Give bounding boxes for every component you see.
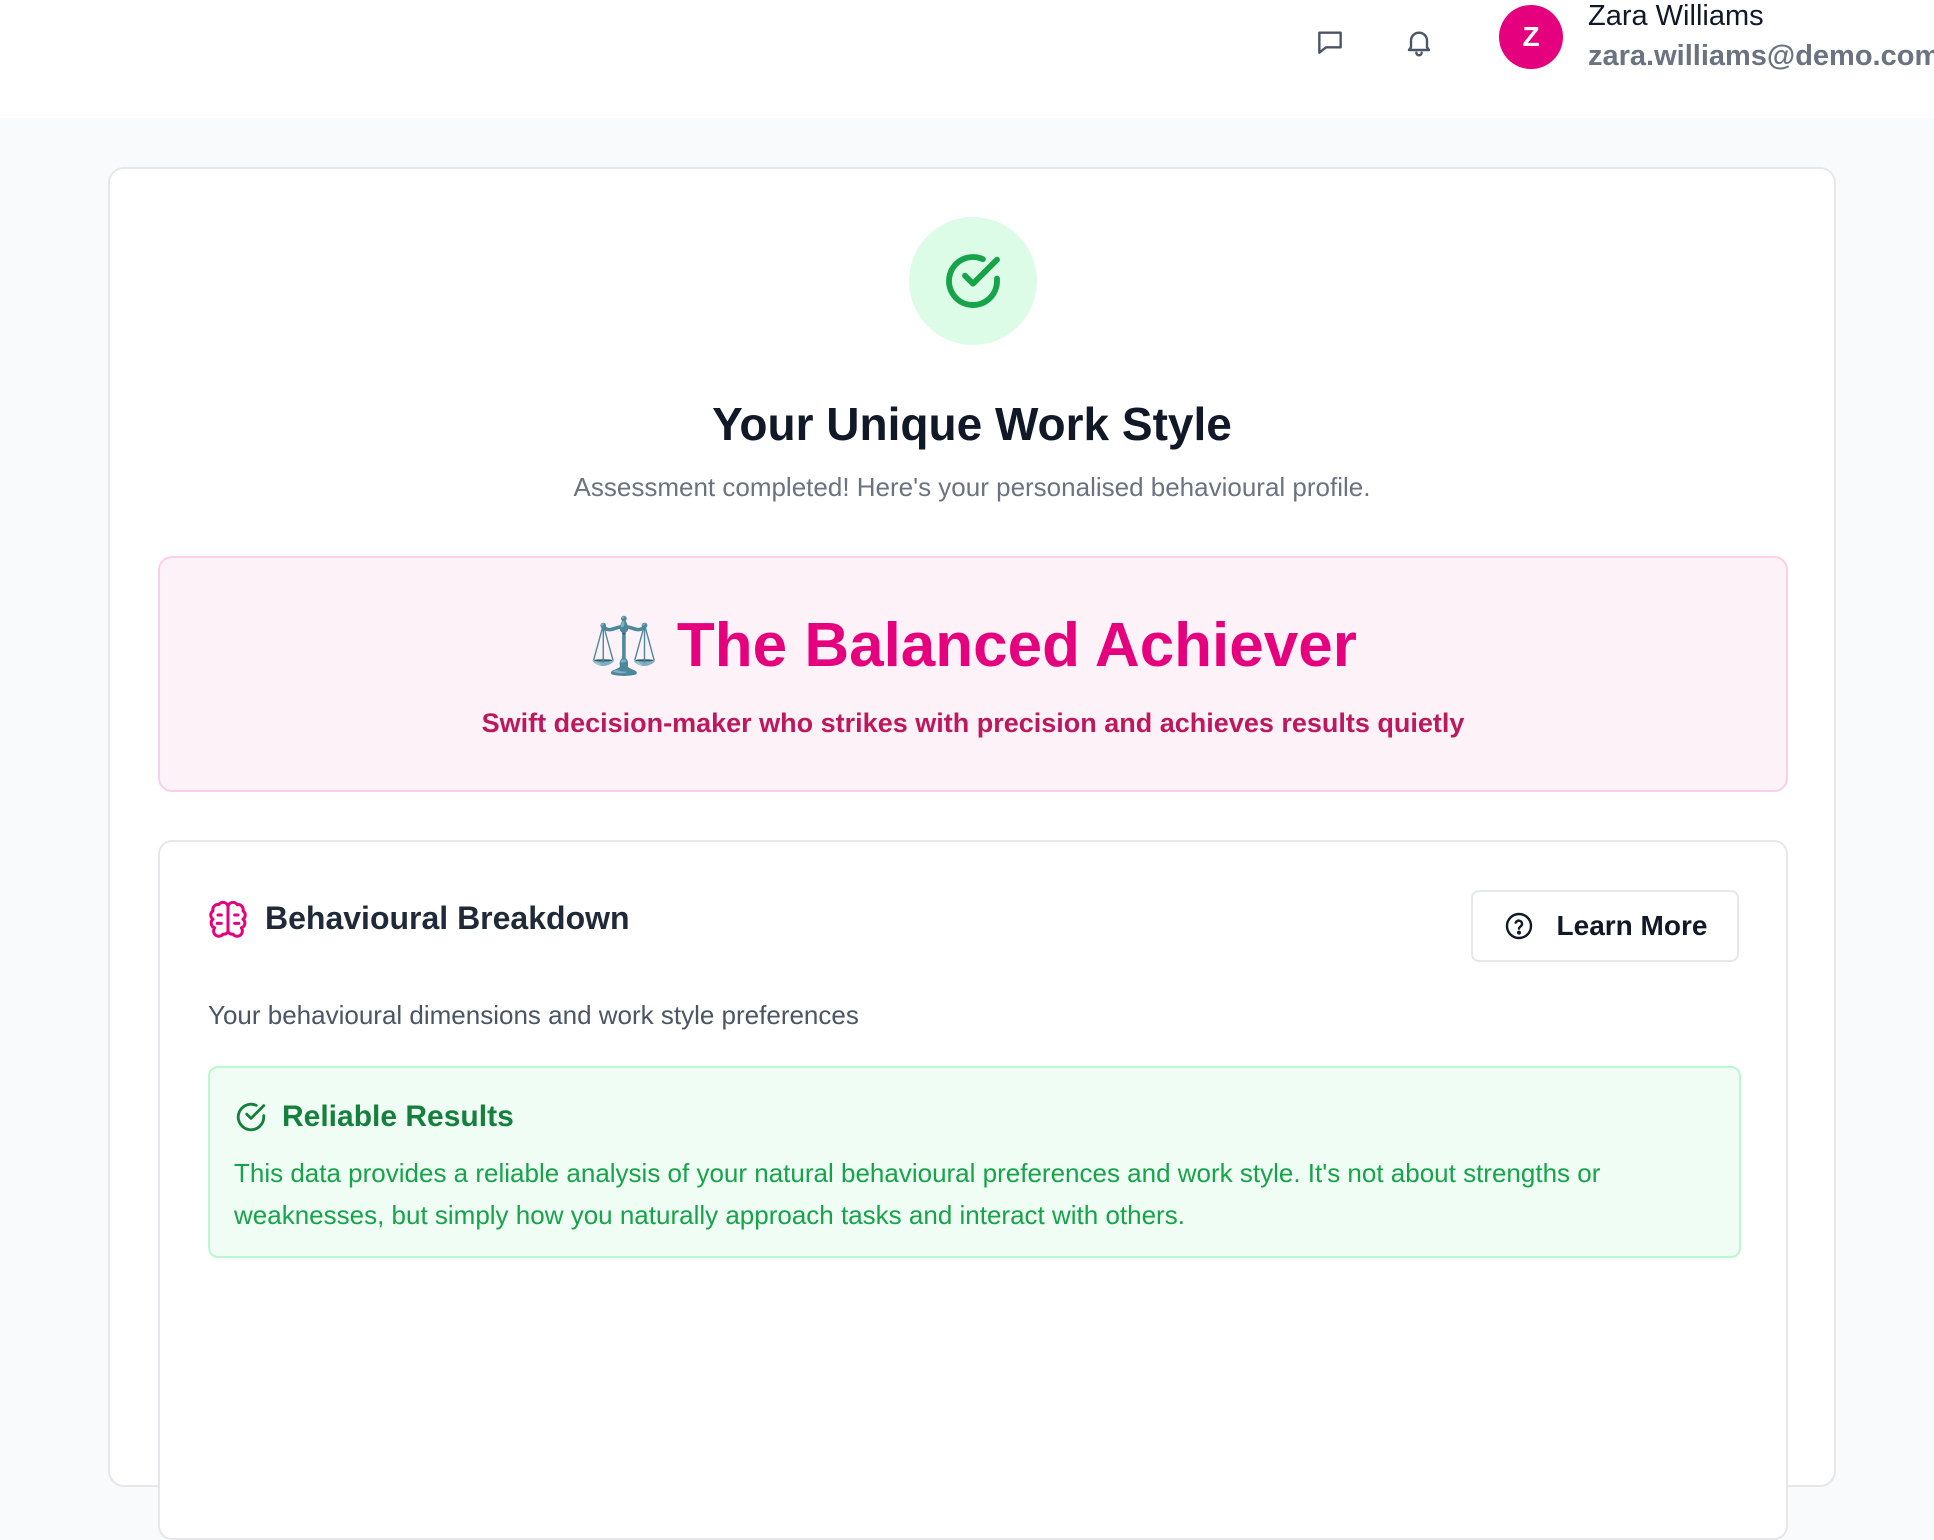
learn-more-label: Learn More — [1556, 910, 1708, 941]
bell-icon[interactable] — [1391, 14, 1447, 70]
balance-scale-icon: ⚖️ — [589, 613, 659, 677]
reliable-results-title: Reliable Results — [282, 1100, 514, 1133]
profile-tagline: Swift decision-maker who strikes with pr… — [481, 708, 1465, 738]
reliable-results-notice: Reliable Results This data provides a re… — [208, 1066, 1741, 1258]
learn-more-button[interactable]: Learn More — [1471, 890, 1739, 962]
avatar[interactable]: Z — [1499, 5, 1563, 69]
profile-type-name: The Balanced Achiever — [676, 611, 1357, 680]
profile-type-box: ⚖️ The Balanced Achiever Swift decision-… — [158, 556, 1788, 792]
user-name: Zara Williams — [1588, 0, 1764, 32]
brain-icon — [208, 900, 248, 940]
avatar-initial: Z — [1522, 21, 1540, 52]
behavioural-breakdown-panel: Behavioural Breakdown Learn More Your be… — [158, 840, 1788, 1540]
results-card: Your Unique Work Style Assessment comple… — [108, 167, 1836, 1540]
page-subtitle: Assessment completed! Here's your person… — [573, 472, 1371, 502]
reliable-results-text: This data provides a reliable analysis o… — [234, 1158, 1601, 1230]
help-circle-icon — [1505, 912, 1532, 940]
user-email: zara.williams@demo.com — [1588, 40, 1934, 72]
top-bar: Z Zara Williams zara.williams@demo.com — [0, 0, 1934, 118]
check-circle-small-icon — [234, 1100, 268, 1134]
breakdown-description: Your behavioural dimensions and work sty… — [208, 1000, 859, 1030]
profile-heading: ⚖️ The Balanced Achiever — [160, 610, 1786, 681]
breakdown-title: Behavioural Breakdown — [265, 900, 630, 936]
message-icon[interactable] — [1302, 14, 1358, 70]
check-circle-icon — [909, 217, 1037, 345]
page-title: Your Unique Work Style — [712, 398, 1232, 450]
